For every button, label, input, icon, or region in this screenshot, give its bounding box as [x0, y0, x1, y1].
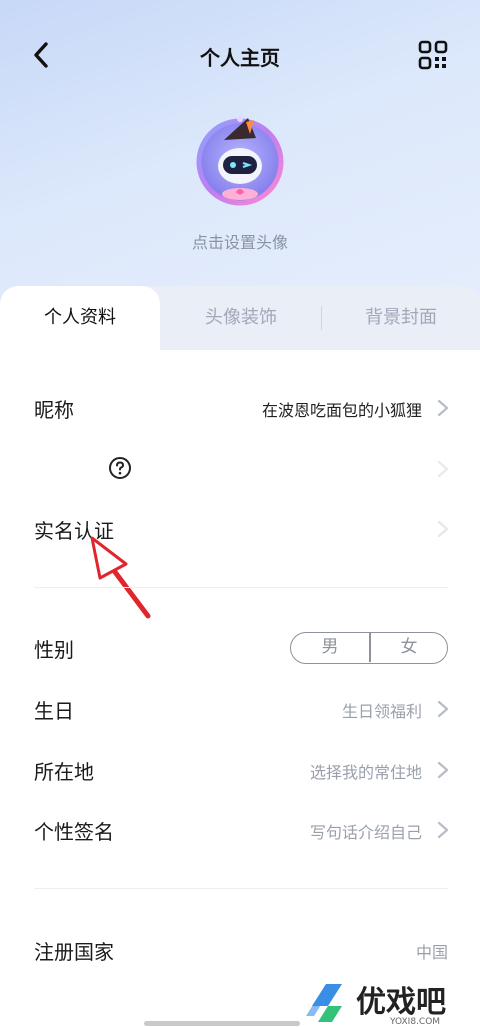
help-icon[interactable]	[108, 456, 132, 480]
qr-code-button[interactable]	[418, 40, 448, 70]
chevron-right-icon	[437, 399, 449, 417]
gender-selector: 男 女	[290, 632, 448, 664]
chevron-right-icon	[437, 520, 449, 538]
profile-tabs: 个人资料 头像装饰 背景封面	[0, 286, 480, 350]
annotation-arrow-icon	[90, 536, 151, 619]
home-indicator	[144, 1021, 300, 1026]
location-label: 所在地	[34, 760, 94, 784]
section-divider	[34, 587, 448, 588]
country-label: 注册国家	[34, 940, 114, 964]
signature-label: 个性签名	[34, 820, 114, 844]
gender-label: 性别	[34, 638, 74, 662]
tab-profile[interactable]: 个人资料	[0, 286, 160, 350]
top-bar: 个人主页	[0, 0, 480, 110]
signature-row[interactable]: 个性签名 写句话介绍自己	[0, 802, 480, 858]
country-value: 中国	[415, 943, 448, 962]
realname-verification-row[interactable]: 实名认证	[0, 501, 480, 557]
robot-avatar-icon	[196, 116, 284, 206]
location-row[interactable]: 所在地 选择我的常住地	[0, 742, 480, 798]
chevron-right-icon	[437, 821, 449, 839]
page-title: 个人主页	[200, 46, 280, 70]
watermark-brand: 优戏吧	[356, 985, 446, 1020]
section-divider	[34, 888, 448, 889]
nickname-value: 在波恩吃面包的小狐狸	[261, 401, 422, 420]
avatar[interactable]	[190, 110, 290, 210]
birthday-value: 生日领福利	[341, 702, 422, 721]
chevron-right-icon	[437, 460, 449, 478]
watermark-url: YOXI8.COM	[389, 1017, 440, 1026]
nickname-row[interactable]: 昵称 在波恩吃面包的小狐狸	[0, 380, 480, 436]
chevron-right-icon	[437, 700, 449, 718]
avatar-caption: 点击设置头像	[191, 233, 288, 252]
chevron-right-icon	[437, 761, 449, 779]
signature-value: 写句话介绍自己	[309, 823, 422, 842]
birthday-label: 生日	[34, 699, 74, 723]
nickname-label: 昵称	[34, 398, 74, 422]
watermark-logo: 优戏吧 YOXI8.COM	[306, 984, 446, 1026]
qr-code-icon	[418, 40, 448, 70]
gender-female-button[interactable]: 女	[370, 633, 447, 662]
tab-background-cover[interactable]: 背景封面	[322, 286, 480, 350]
location-value: 选择我的常住地	[309, 763, 422, 782]
country-row: 注册国家 中国	[0, 922, 480, 978]
tab-avatar-decoration[interactable]: 头像装饰	[160, 286, 322, 350]
birthday-row[interactable]: 生日 生日领福利	[0, 681, 480, 737]
gender-male-button[interactable]: 男	[291, 633, 369, 662]
